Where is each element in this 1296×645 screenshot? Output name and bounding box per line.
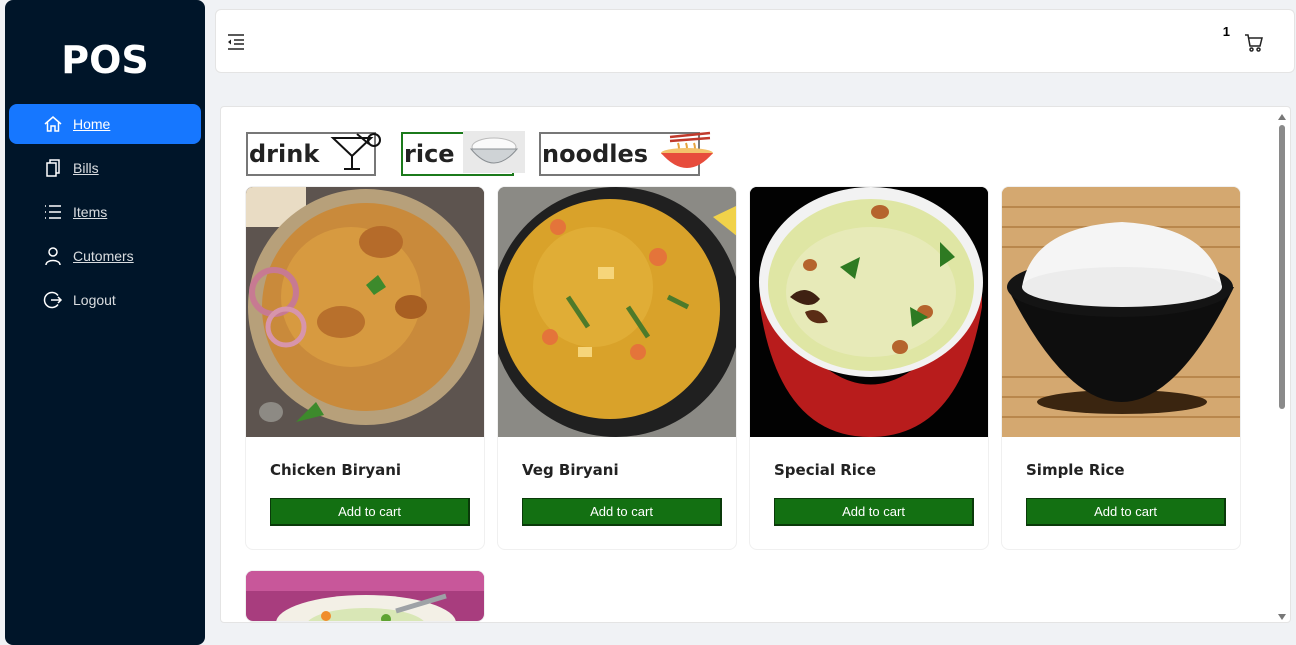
vertical-scrollbar[interactable] [1277,113,1287,621]
category-noodles[interactable]: noodles [539,131,714,176]
add-to-cart-button[interactable]: Add to cart [522,498,722,526]
home-icon [42,113,64,135]
add-to-cart-button[interactable]: Add to cart [774,498,974,526]
product-image [1002,187,1240,437]
sidebar-item-label: Cutomers [73,248,134,264]
product-name: Veg Biryani [522,461,619,479]
product-name: Special Rice [774,461,876,479]
main-content: drink rice noodles Chicken Biryani Add t… [220,106,1291,623]
rice-bowl-icon [462,130,525,178]
sidebar-item-items[interactable]: Items [9,192,201,232]
cart-count-badge: 1 [1222,24,1230,39]
category-label: drink [249,140,320,168]
product-card: Chicken Biryani Add to cart [245,186,485,550]
product-card: Veg Biryani Add to cart [497,186,737,550]
sidebar-item-customers[interactable]: Cutomers [9,236,201,276]
category-label: rice [404,140,455,168]
product-image [498,187,736,437]
sidebar-item-bills[interactable]: Bills [9,148,201,188]
sidebar-item-label: Bills [73,160,99,176]
category-rice[interactable]: rice [401,130,525,176]
product-image [246,187,484,437]
product-image [246,571,484,621]
sidebar-item-logout[interactable]: Logout [9,280,201,320]
product-card [245,570,485,622]
noodle-bowl-icon [656,131,716,178]
menu-fold-icon[interactable] [226,32,248,54]
product-card: Special Rice Add to cart [749,186,989,550]
sidebar: POS Home Bills Items Cutomers Logout [5,0,205,645]
sidebar-menu: Home Bills Items Cutomers Logout [5,104,205,320]
product-name: Chicken Biryani [270,461,402,479]
product-card: Simple Rice Add to cart [1001,186,1241,550]
cocktail-glass-icon [327,132,387,177]
sidebar-item-label: Logout [73,292,116,308]
add-to-cart-button[interactable]: Add to cart [1026,498,1226,526]
category-drink[interactable]: drink [246,132,382,176]
scroll-down-arrow-icon[interactable] [1278,614,1286,620]
app-logo: POS [61,38,149,82]
top-header: 1 [215,9,1295,73]
scroll-up-arrow-icon[interactable] [1278,114,1286,120]
product-grid: Chicken Biryani Add to cart Veg Biryani … [245,186,1241,622]
sidebar-item-label: Items [73,204,108,220]
sidebar-item-label: Home [73,116,111,132]
product-name: Simple Rice [1026,461,1125,479]
list-icon [42,201,64,223]
add-to-cart-button[interactable]: Add to cart [270,498,470,526]
shopping-cart-icon[interactable] [1244,33,1266,55]
user-icon [42,245,64,267]
category-label: noodles [542,140,649,168]
logout-icon [42,289,64,311]
product-image [750,187,988,437]
category-bar: drink rice noodles [246,130,714,176]
scrollbar-thumb[interactable] [1279,125,1285,409]
sidebar-item-home[interactable]: Home [9,104,201,144]
copy-icon [42,157,64,179]
